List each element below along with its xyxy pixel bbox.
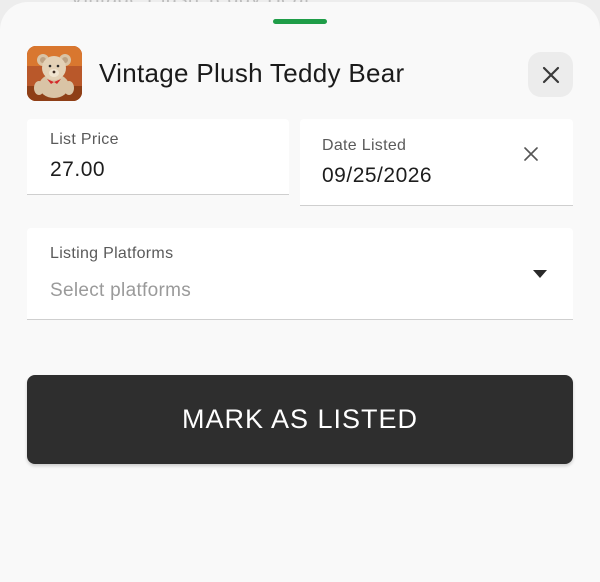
mark-as-listed-label: MARK AS LISTED bbox=[181, 404, 419, 434]
sheet-title: Vintage Plush Teddy Bear bbox=[99, 58, 405, 88]
teddy-bear-image bbox=[27, 46, 82, 101]
mark-as-listed-button[interactable]: MARK AS LISTED bbox=[27, 375, 573, 464]
date-listed-value[interactable]: 09/25/2026 bbox=[322, 164, 432, 188]
close-button[interactable] bbox=[528, 52, 573, 97]
list-price-label: List Price bbox=[50, 131, 119, 148]
close-icon bbox=[542, 66, 559, 83]
listing-platforms-select[interactable]: Listing Platforms Select platforms bbox=[27, 228, 573, 320]
listing-platforms-label: Listing Platforms bbox=[50, 245, 174, 262]
list-price-value[interactable]: 27.00 bbox=[50, 158, 105, 182]
date-listed-label: Date Listed bbox=[322, 137, 407, 154]
date-clear-button[interactable] bbox=[520, 143, 542, 165]
list-price-field[interactable]: List Price 27.00 bbox=[27, 119, 289, 195]
dropdown-arrow-icon[interactable] bbox=[532, 269, 548, 279]
product-thumbnail bbox=[27, 46, 82, 101]
listing-platforms-placeholder: Select platforms bbox=[50, 280, 192, 301]
date-listed-field[interactable]: Date Listed 09/25/2026 bbox=[300, 119, 573, 206]
clear-icon bbox=[524, 147, 538, 161]
drag-handle[interactable] bbox=[273, 19, 327, 24]
bottom-sheet: Vintage Plush Teddy Bear List Price 27.0… bbox=[0, 2, 600, 582]
